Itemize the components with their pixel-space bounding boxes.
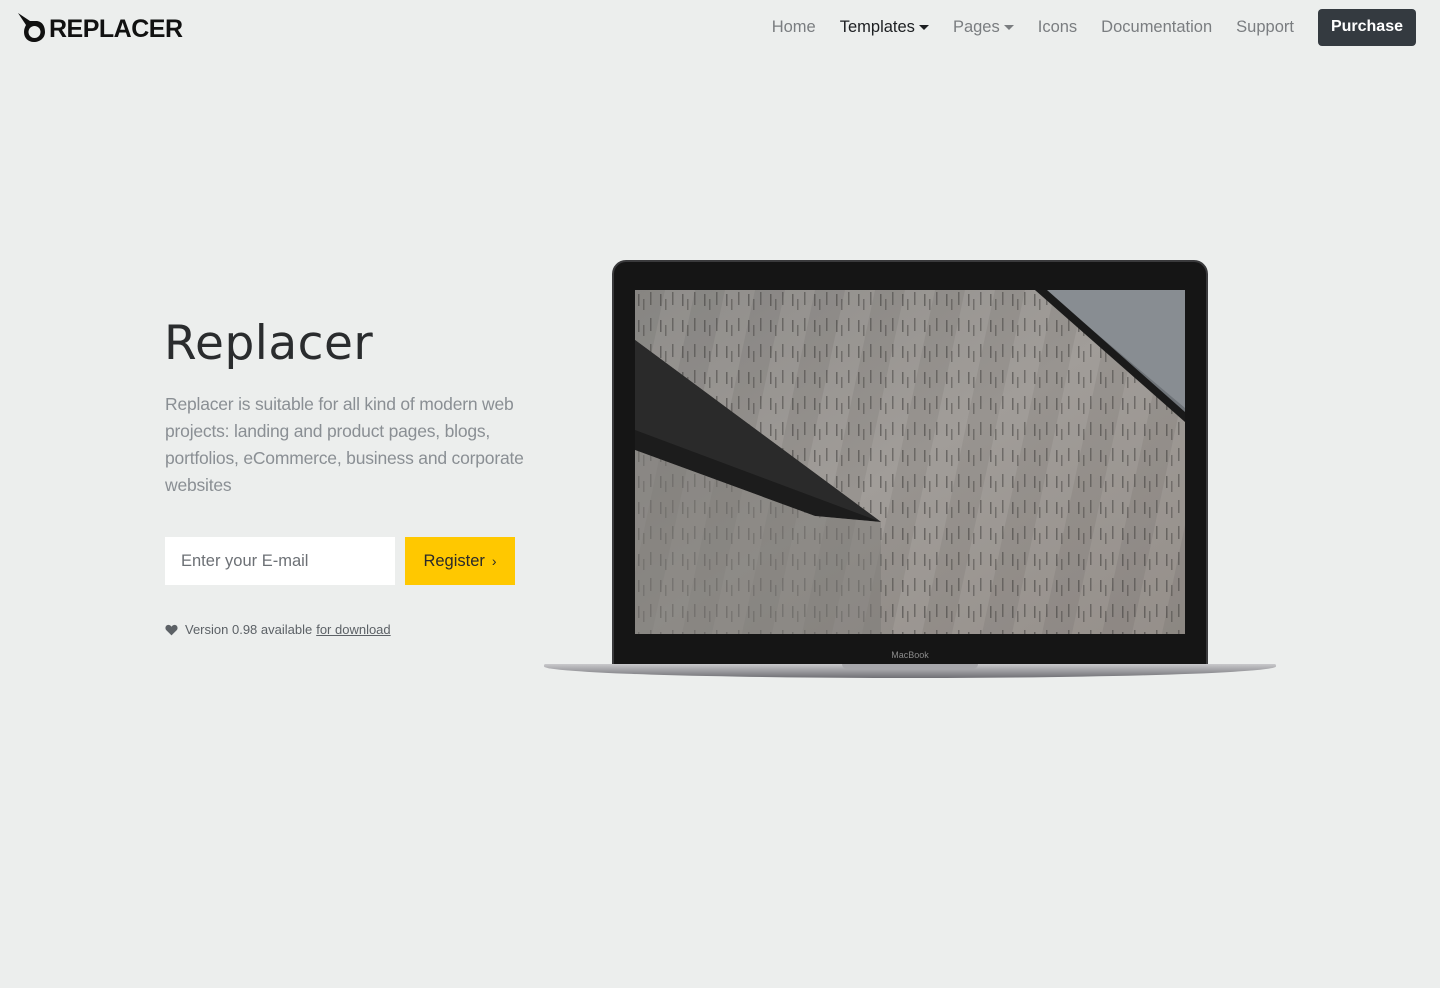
caret-down-icon — [918, 24, 929, 30]
purchase-button[interactable]: Purchase — [1317, 8, 1416, 46]
download-link[interactable]: for download — [316, 622, 390, 637]
hero-title: Replacer — [164, 316, 374, 371]
brand-name: REPLACER — [49, 15, 183, 43]
email-input[interactable] — [165, 537, 395, 585]
nav-icons[interactable]: Icons — [1038, 18, 1077, 37]
laptop-brand-label: MacBook — [891, 650, 929, 660]
nav-pages[interactable]: Pages — [953, 18, 1014, 37]
screen-image — [635, 290, 1185, 634]
brand-logo[interactable]: REPLACER — [16, 9, 183, 43]
nav-icons-label: Icons — [1037, 17, 1078, 36]
nav-templates-label: Templates — [839, 17, 915, 36]
nav-pages-label: Pages — [952, 17, 1000, 36]
nav-documentation-label: Documentation — [1101, 17, 1213, 36]
nav-support[interactable]: Support — [1236, 18, 1294, 37]
version-notice: Version 0.98 available for download — [165, 622, 391, 637]
nav-home-label: Home — [771, 17, 816, 36]
hero-description: Replacer is suitable for all kind of mod… — [165, 394, 524, 495]
top-navbar: REPLACER Home Templates Pages Icons Docu… — [0, 0, 1440, 56]
nav-documentation[interactable]: Documentation — [1101, 18, 1212, 37]
register-button[interactable]: Register › — [405, 537, 515, 585]
nav-templates[interactable]: Templates — [840, 18, 929, 37]
caret-down-icon — [1003, 24, 1014, 30]
main-menu: Home Templates Pages Icons Documentation… — [748, 8, 1416, 46]
register-label: Register — [423, 551, 485, 570]
heart-icon — [165, 624, 178, 635]
laptop-notch — [842, 664, 978, 669]
laptop-lid — [612, 260, 1208, 668]
chevron-right-icon: › — [491, 553, 497, 569]
logo-bird-icon — [18, 13, 45, 42]
nav-home[interactable]: Home — [772, 18, 816, 37]
laptop-mockup: MacBook — [544, 260, 1276, 684]
version-text: Version 0.98 available — [185, 622, 313, 637]
architecture-photo — [635, 290, 1185, 634]
nav-support-label: Support — [1236, 17, 1294, 36]
